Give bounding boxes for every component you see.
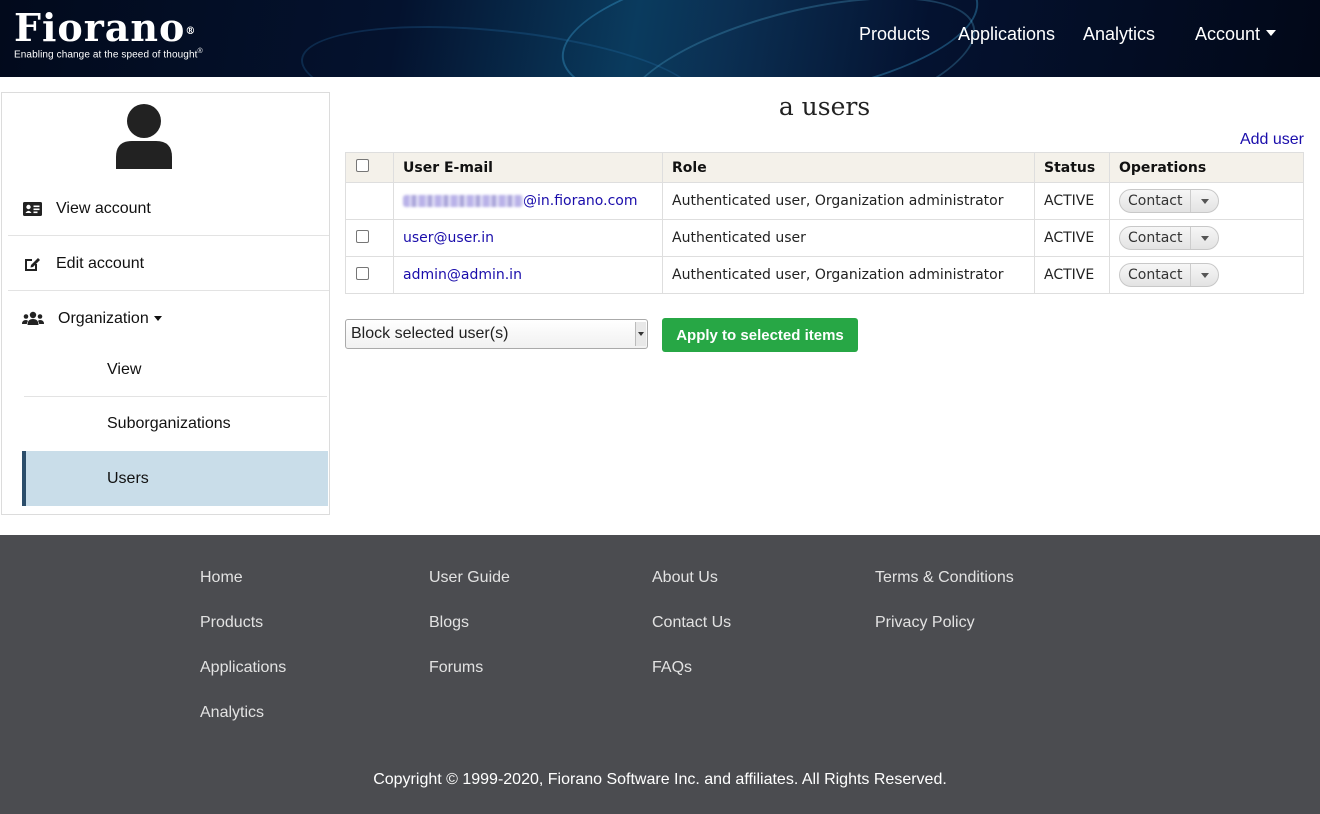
footer-link-faqs[interactable]: FAQs [652, 659, 692, 677]
select-all-checkbox[interactable] [356, 159, 369, 172]
caret-down-icon [1200, 235, 1209, 241]
contact-button[interactable]: Contact [1119, 189, 1220, 213]
user-email-link[interactable]: user@user.in [393, 219, 663, 257]
column-header-role: Role [662, 152, 1035, 183]
registered-icon: ® [185, 26, 197, 37]
account-sidebar: View account Edit account Organization V… [1, 92, 330, 515]
sidebar-subitem-users[interactable]: Users [22, 451, 328, 506]
nav-applications[interactable]: Applications [958, 24, 1055, 45]
sidebar-item-organization[interactable]: Organization [2, 291, 329, 346]
sidebar-item-label: Organization [58, 309, 149, 327]
page-title: a users [778, 92, 871, 121]
logo-text: Fiorano [14, 5, 186, 50]
operations-cell: Contact [1109, 182, 1304, 220]
operations-cell: Contact [1109, 219, 1304, 257]
nav-account-label: Account [1195, 24, 1261, 44]
edit-icon [22, 255, 42, 273]
column-header-status[interactable]: Status [1034, 152, 1110, 183]
users-icon [22, 310, 44, 328]
caret-down-icon [1200, 198, 1209, 204]
sidebar-item-label: Edit account [56, 254, 145, 272]
contact-button[interactable]: Contact [1119, 226, 1220, 250]
table-row: user@user.in Authenticated user ACTIVE C… [345, 219, 1304, 257]
redacted-text [403, 195, 523, 207]
copyright-text: Copyright © 1999-2020, Fiorano Software … [373, 771, 947, 788]
fiorano-logo[interactable]: Fiorano® Enabling change at the speed of… [14, 5, 203, 61]
apply-selected-button[interactable]: Apply to selected items [662, 318, 858, 352]
footer-link-privacy[interactable]: Privacy Policy [875, 614, 975, 632]
user-email-link[interactable]: @in.fiorano.com [393, 182, 663, 220]
contact-button-label: Contact [1128, 193, 1183, 209]
row-select-cell [345, 256, 394, 294]
column-header-email[interactable]: User E-mail [393, 152, 663, 183]
nav-analytics[interactable]: Analytics [1083, 24, 1155, 45]
sidebar-subitem-suborganizations[interactable]: Suborganizations [22, 396, 328, 451]
user-status: ACTIVE [1034, 256, 1110, 294]
footer-link-contact-us[interactable]: Contact Us [652, 614, 731, 632]
select-arrow-icon [635, 322, 646, 346]
footer-link-blogs[interactable]: Blogs [429, 614, 469, 632]
footer-link-about-us[interactable]: About Us [652, 569, 718, 587]
site-footer: Home Products Applications Analytics Use… [0, 535, 1320, 814]
add-user-link[interactable]: Add user [1240, 131, 1304, 149]
caret-down-icon [1200, 272, 1209, 278]
site-header: Fiorano® Enabling change at the speed of… [0, 0, 1320, 77]
operations-cell: Contact [1109, 256, 1304, 294]
logo-tagline: Enabling change at the speed of thought® [14, 48, 203, 61]
user-status: ACTIVE [1034, 219, 1110, 257]
user-email-domain: @in.fiorano.com [523, 193, 638, 209]
user-avatar-icon [116, 104, 172, 169]
row-checkbox[interactable] [356, 229, 369, 243]
footer-link-home[interactable]: Home [200, 569, 243, 587]
nav-products[interactable]: Products [859, 24, 930, 45]
footer-link-forums[interactable]: Forums [429, 659, 483, 677]
id-card-icon [22, 200, 42, 218]
select-all-cell [345, 152, 394, 183]
nav-account[interactable]: Account [1195, 24, 1277, 45]
sidebar-subitem-view[interactable]: View [22, 342, 328, 397]
user-role: Authenticated user, Organization adminis… [662, 182, 1035, 220]
column-header-operations: Operations [1109, 152, 1304, 183]
table-row: admin@admin.in Authenticated user, Organ… [345, 256, 1304, 294]
sidebar-subitem-label: Suborganizations [107, 414, 231, 432]
contact-button-label: Contact [1128, 230, 1183, 246]
footer-link-user-guide[interactable]: User Guide [429, 569, 510, 587]
sidebar-subitem-label: Users [107, 469, 149, 487]
footer-link-applications[interactable]: Applications [200, 659, 286, 677]
bulk-action-select[interactable]: Block selected user(s) [345, 319, 648, 349]
users-table: User E-mail Role Status Operations @in.f… [345, 152, 1304, 294]
sidebar-item-view-account[interactable]: View account [2, 181, 329, 236]
user-role: Authenticated user, Organization adminis… [662, 256, 1035, 294]
footer-link-analytics[interactable]: Analytics [200, 704, 264, 722]
sidebar-item-edit-account[interactable]: Edit account [2, 236, 329, 291]
contact-button-label: Contact [1128, 267, 1183, 283]
footer-link-terms[interactable]: Terms & Conditions [875, 569, 1014, 587]
sidebar-item-label: View account [56, 199, 151, 217]
operations-dropdown-toggle[interactable] [1190, 264, 1218, 286]
sidebar-subitem-label: View [107, 360, 142, 378]
caret-down-icon [1266, 30, 1277, 37]
table-row: @in.fiorano.com Authenticated user, Orga… [345, 182, 1304, 220]
user-email-link[interactable]: admin@admin.in [393, 256, 663, 294]
footer-link-products[interactable]: Products [200, 614, 263, 632]
row-checkbox[interactable] [356, 266, 369, 280]
row-select-cell [345, 182, 394, 220]
caret-down-icon [153, 316, 162, 321]
user-status: ACTIVE [1034, 182, 1110, 220]
bulk-action-selected-value: Block selected user(s) [351, 325, 509, 342]
table-header-row: User E-mail Role Status Operations [345, 152, 1304, 183]
operations-dropdown-toggle[interactable] [1190, 227, 1218, 249]
user-role: Authenticated user [662, 219, 1035, 257]
operations-dropdown-toggle[interactable] [1190, 190, 1218, 212]
row-select-cell [345, 219, 394, 257]
contact-button[interactable]: Contact [1119, 263, 1220, 287]
